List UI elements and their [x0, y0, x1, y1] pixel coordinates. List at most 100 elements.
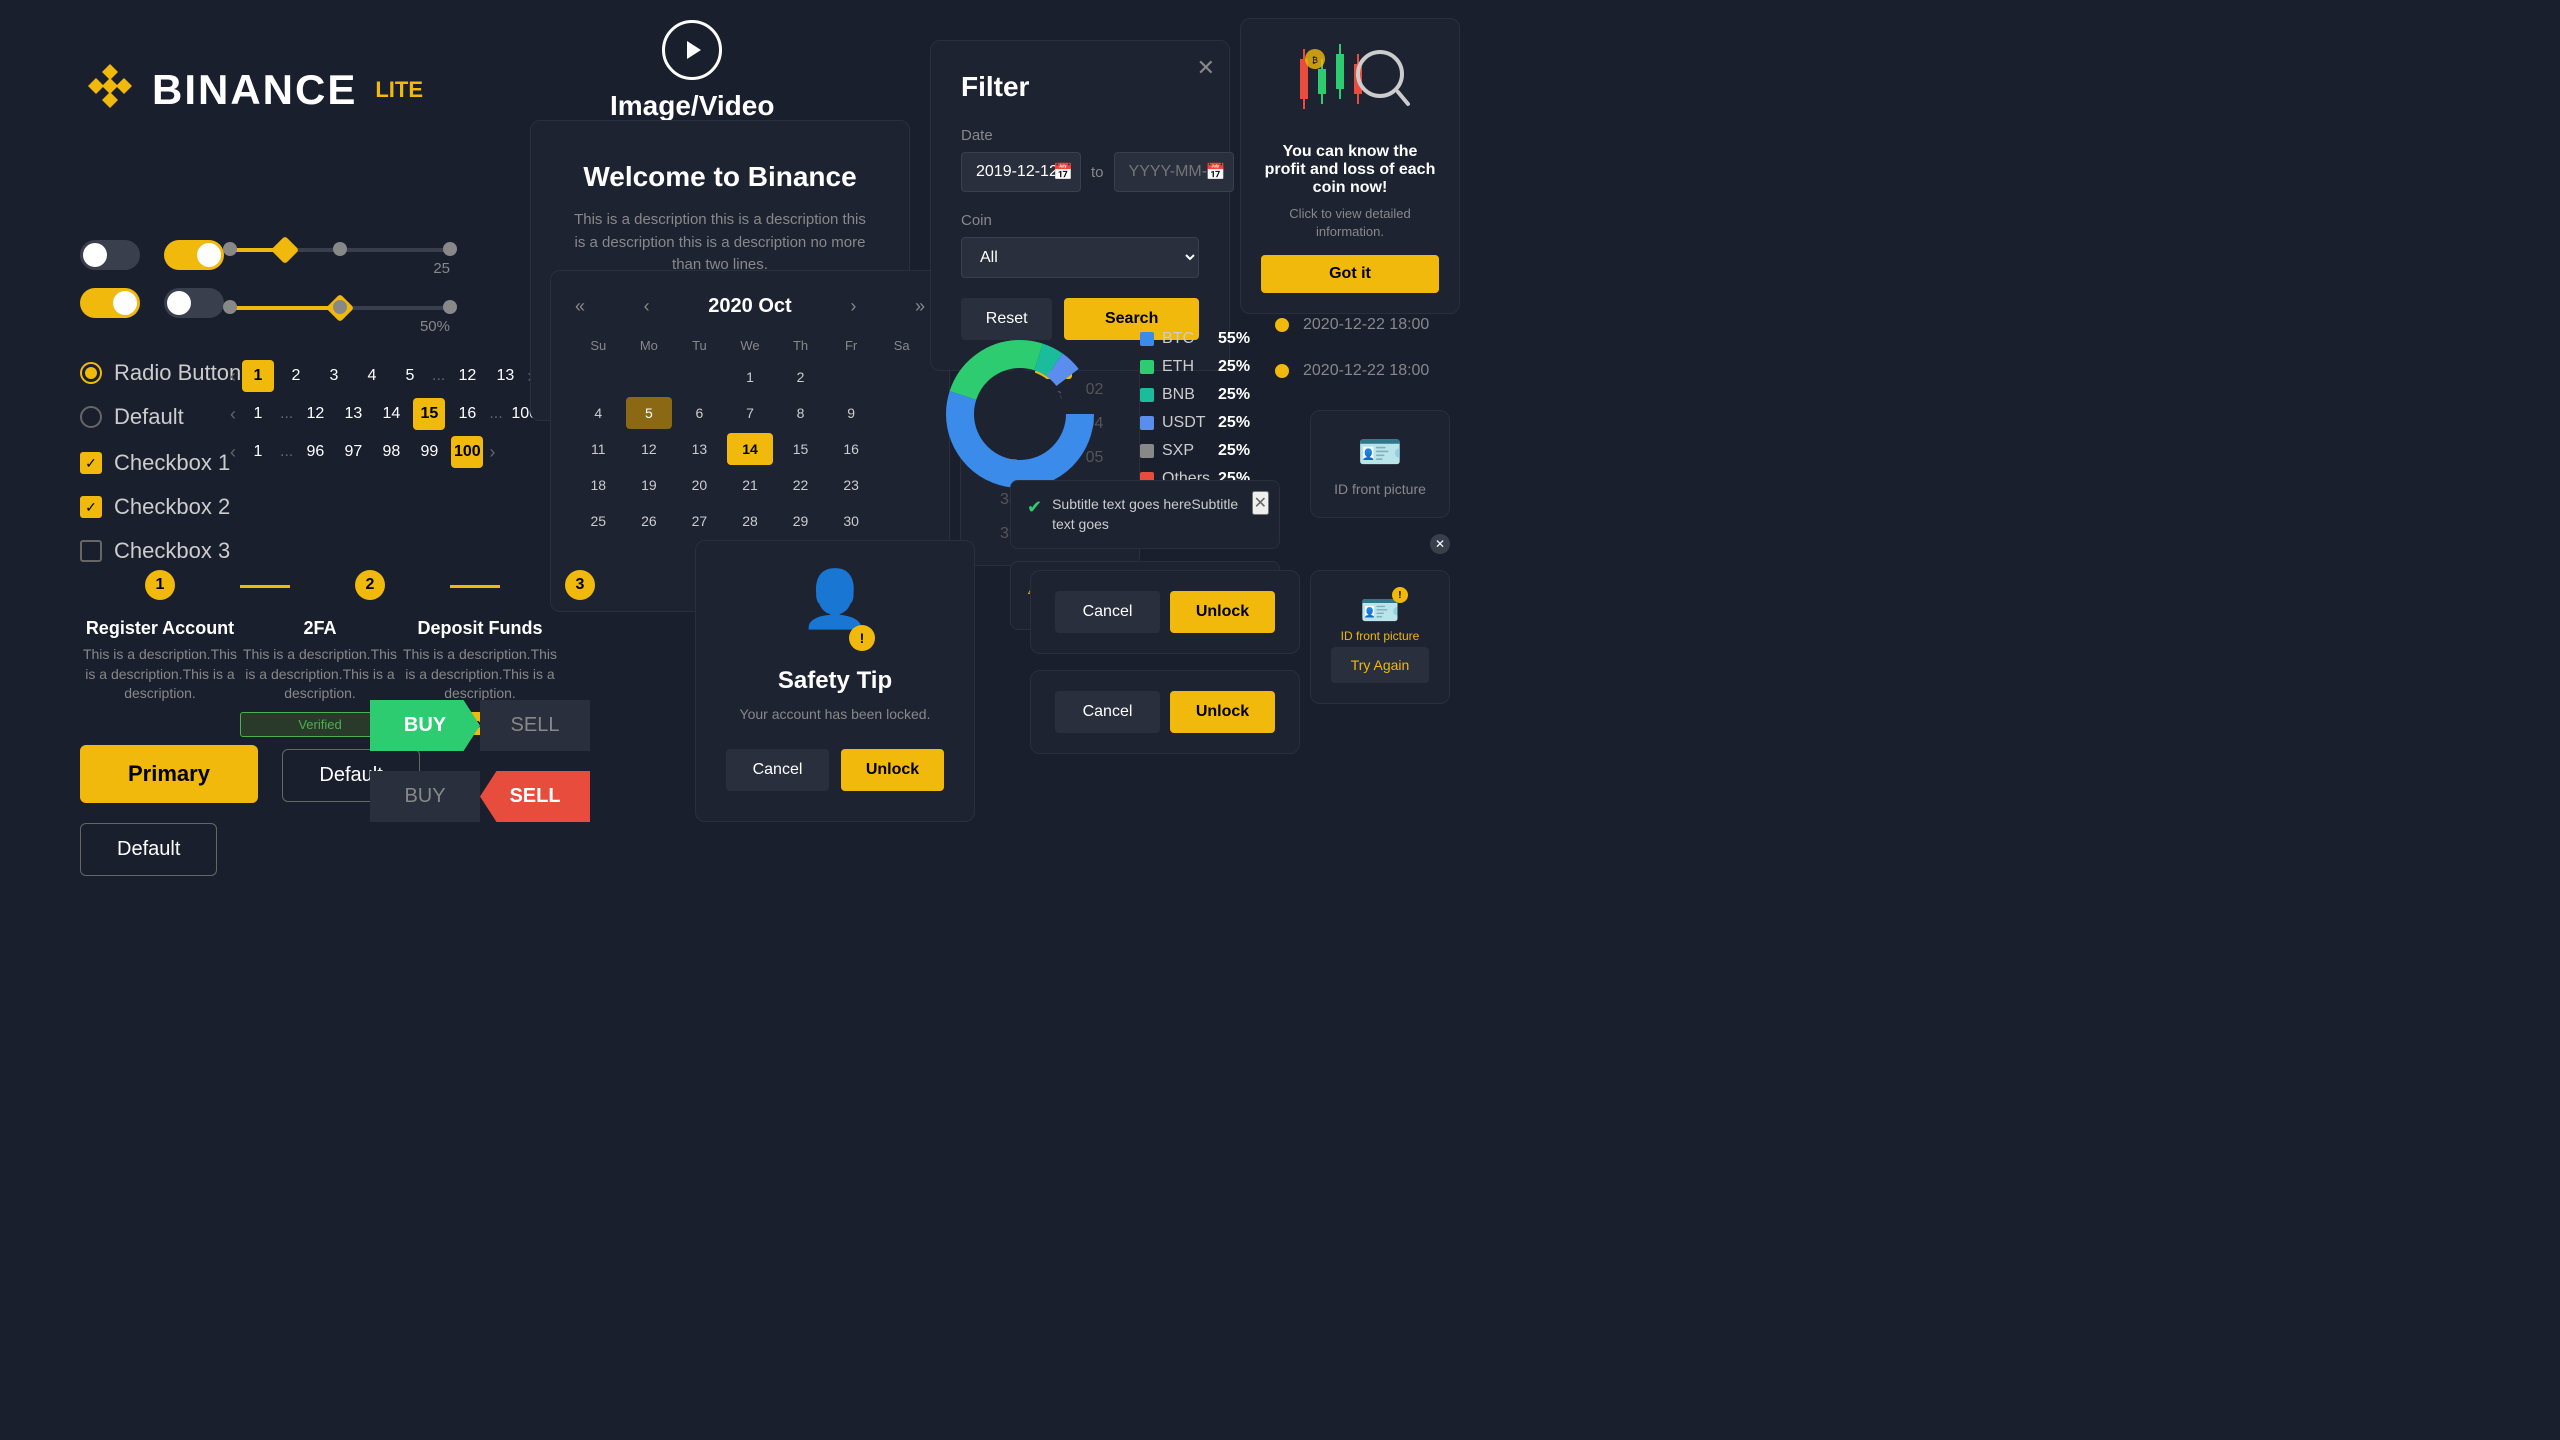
- cal-day-12[interactable]: 12: [626, 433, 673, 465]
- page-3[interactable]: 3: [318, 360, 350, 392]
- cal-day-18[interactable]: 18: [575, 469, 622, 501]
- cal-day-25[interactable]: 25: [575, 505, 622, 537]
- legend-eth: ETH 25%: [1140, 358, 1250, 376]
- page-r2-15[interactable]: 15: [413, 398, 445, 430]
- legend-pct-bnb: 25%: [1218, 386, 1250, 404]
- buy-inactive-2[interactable]: BUY: [370, 771, 480, 822]
- promo-title: You can know the profit and loss of each…: [1261, 143, 1439, 197]
- promo-chart-visual: ₿: [1261, 39, 1439, 133]
- toast-success-close[interactable]: ✕: [1252, 491, 1269, 515]
- page-prev-1[interactable]: ‹: [230, 366, 236, 387]
- page-next-3[interactable]: ›: [489, 442, 495, 463]
- promo-chart-svg: ₿: [1290, 39, 1410, 119]
- cal-day-5[interactable]: 5: [626, 397, 673, 429]
- promo-desc: Click to view detailed information.: [1261, 205, 1439, 241]
- cal-day-empty-3: [676, 361, 723, 393]
- page-r3-100[interactable]: 100: [451, 436, 483, 468]
- page-prev-3[interactable]: ‹: [230, 442, 236, 463]
- try-again-button[interactable]: Try Again: [1331, 647, 1429, 683]
- slider-1-container: 25: [230, 248, 450, 277]
- cal-day-27[interactable]: 27: [676, 505, 723, 537]
- cal-day-28[interactable]: 28: [727, 505, 774, 537]
- cal-day-empty-5: [878, 361, 925, 393]
- logo-area: BINANCE LITE: [80, 60, 423, 120]
- checkbox-item-2[interactable]: ✓ Checkbox 2: [80, 494, 230, 520]
- page-4[interactable]: 4: [356, 360, 388, 392]
- toggle-3[interactable]: [80, 288, 140, 318]
- radio-circle-2: [80, 406, 102, 428]
- cal-day-2[interactable]: 2: [777, 361, 824, 393]
- page-r2-16[interactable]: 16: [451, 398, 483, 430]
- cal-nav-next[interactable]: ›: [850, 296, 856, 317]
- toggle-1[interactable]: [80, 240, 140, 270]
- cal-day-11[interactable]: 11: [575, 433, 622, 465]
- timeline-item-2: 2020-12-22 18:00: [1275, 316, 1495, 334]
- toggle-4[interactable]: [164, 288, 224, 318]
- cal-day-19[interactable]: 19: [626, 469, 673, 501]
- cal-day-7[interactable]: 7: [727, 397, 774, 429]
- cal-day-22[interactable]: 22: [777, 469, 824, 501]
- slider-2-track: [230, 306, 450, 310]
- page-2[interactable]: 2: [280, 360, 312, 392]
- cal-day-26[interactable]: 26: [626, 505, 673, 537]
- got-it-button[interactable]: Got it: [1261, 255, 1439, 293]
- default-button-2[interactable]: Default: [80, 823, 217, 876]
- cal-day-23[interactable]: 23: [828, 469, 875, 501]
- id-card-front: 🪪 ID front picture: [1310, 410, 1450, 518]
- cal-nav-prev[interactable]: ‹: [644, 296, 650, 317]
- cal-day-21[interactable]: 21: [727, 469, 774, 501]
- safety-title: Safety Tip: [726, 667, 944, 695]
- unlock-cancel-2[interactable]: Cancel: [1055, 691, 1160, 733]
- page-13[interactable]: 13: [489, 360, 521, 392]
- sell-inactive-1[interactable]: SELL: [480, 700, 590, 751]
- unlock-confirm-2[interactable]: Unlock: [1170, 691, 1275, 733]
- cal-day-20[interactable]: 20: [676, 469, 723, 501]
- cal-day-16[interactable]: 16: [828, 433, 875, 465]
- cal-day-14[interactable]: 14: [727, 433, 774, 465]
- page-1[interactable]: 1: [242, 360, 274, 392]
- cal-day-9[interactable]: 9: [828, 397, 875, 429]
- timeline-text-3: 2020-12-22 18:00: [1303, 362, 1429, 380]
- page-r2-1[interactable]: 1: [242, 398, 274, 430]
- page-r3-99[interactable]: 99: [413, 436, 445, 468]
- cal-day-4[interactable]: 4: [575, 397, 622, 429]
- cal-nav-next-next[interactable]: »: [915, 296, 925, 317]
- filter-coin-label: Coin: [961, 212, 1199, 229]
- cal-day-empty-9: [878, 505, 925, 537]
- cal-day-6[interactable]: 6: [676, 397, 723, 429]
- buy-button-1[interactable]: BUY: [370, 700, 480, 751]
- page-r3-96[interactable]: 96: [299, 436, 331, 468]
- cal-nav-prev-prev[interactable]: «: [575, 296, 585, 317]
- cal-day-13[interactable]: 13: [676, 433, 723, 465]
- page-r3-98[interactable]: 98: [375, 436, 407, 468]
- cal-day-30[interactable]: 30: [828, 505, 875, 537]
- play-icon[interactable]: [662, 20, 722, 80]
- page-r2-12[interactable]: 12: [299, 398, 331, 430]
- cal-day-29[interactable]: 29: [777, 505, 824, 537]
- filter-date-from-container: 📅: [961, 152, 1081, 192]
- timeline-dot-2: [1275, 318, 1289, 332]
- cal-day-8[interactable]: 8: [777, 397, 824, 429]
- page-12[interactable]: 12: [451, 360, 483, 392]
- filter-coin-select[interactable]: All: [961, 237, 1199, 278]
- filter-close-button[interactable]: ✕: [1197, 55, 1215, 81]
- cal-day-1[interactable]: 1: [727, 361, 774, 393]
- page-r2-14[interactable]: 14: [375, 398, 407, 430]
- page-prev-2[interactable]: ‹: [230, 404, 236, 425]
- toggle-2[interactable]: [164, 240, 224, 270]
- checkbox-item-1[interactable]: ✓ Checkbox 1: [80, 450, 230, 476]
- cal-day-15[interactable]: 15: [777, 433, 824, 465]
- unlock-cancel-1[interactable]: Cancel: [1055, 591, 1160, 633]
- cal-header-we: We: [727, 334, 774, 357]
- page-r2-13[interactable]: 13: [337, 398, 369, 430]
- safety-unlock-button[interactable]: Unlock: [841, 749, 944, 791]
- page-r3-97[interactable]: 97: [337, 436, 369, 468]
- sell-button-2[interactable]: SELL: [480, 771, 590, 822]
- id-card-close-button[interactable]: ✕: [1430, 534, 1450, 554]
- unlock-confirm-1[interactable]: Unlock: [1170, 591, 1275, 633]
- safety-cancel-button[interactable]: Cancel: [726, 749, 829, 791]
- primary-button[interactable]: Primary: [80, 745, 258, 803]
- page-r3-1[interactable]: 1: [242, 436, 274, 468]
- cal-header-th: Th: [777, 334, 824, 357]
- page-5[interactable]: 5: [394, 360, 426, 392]
